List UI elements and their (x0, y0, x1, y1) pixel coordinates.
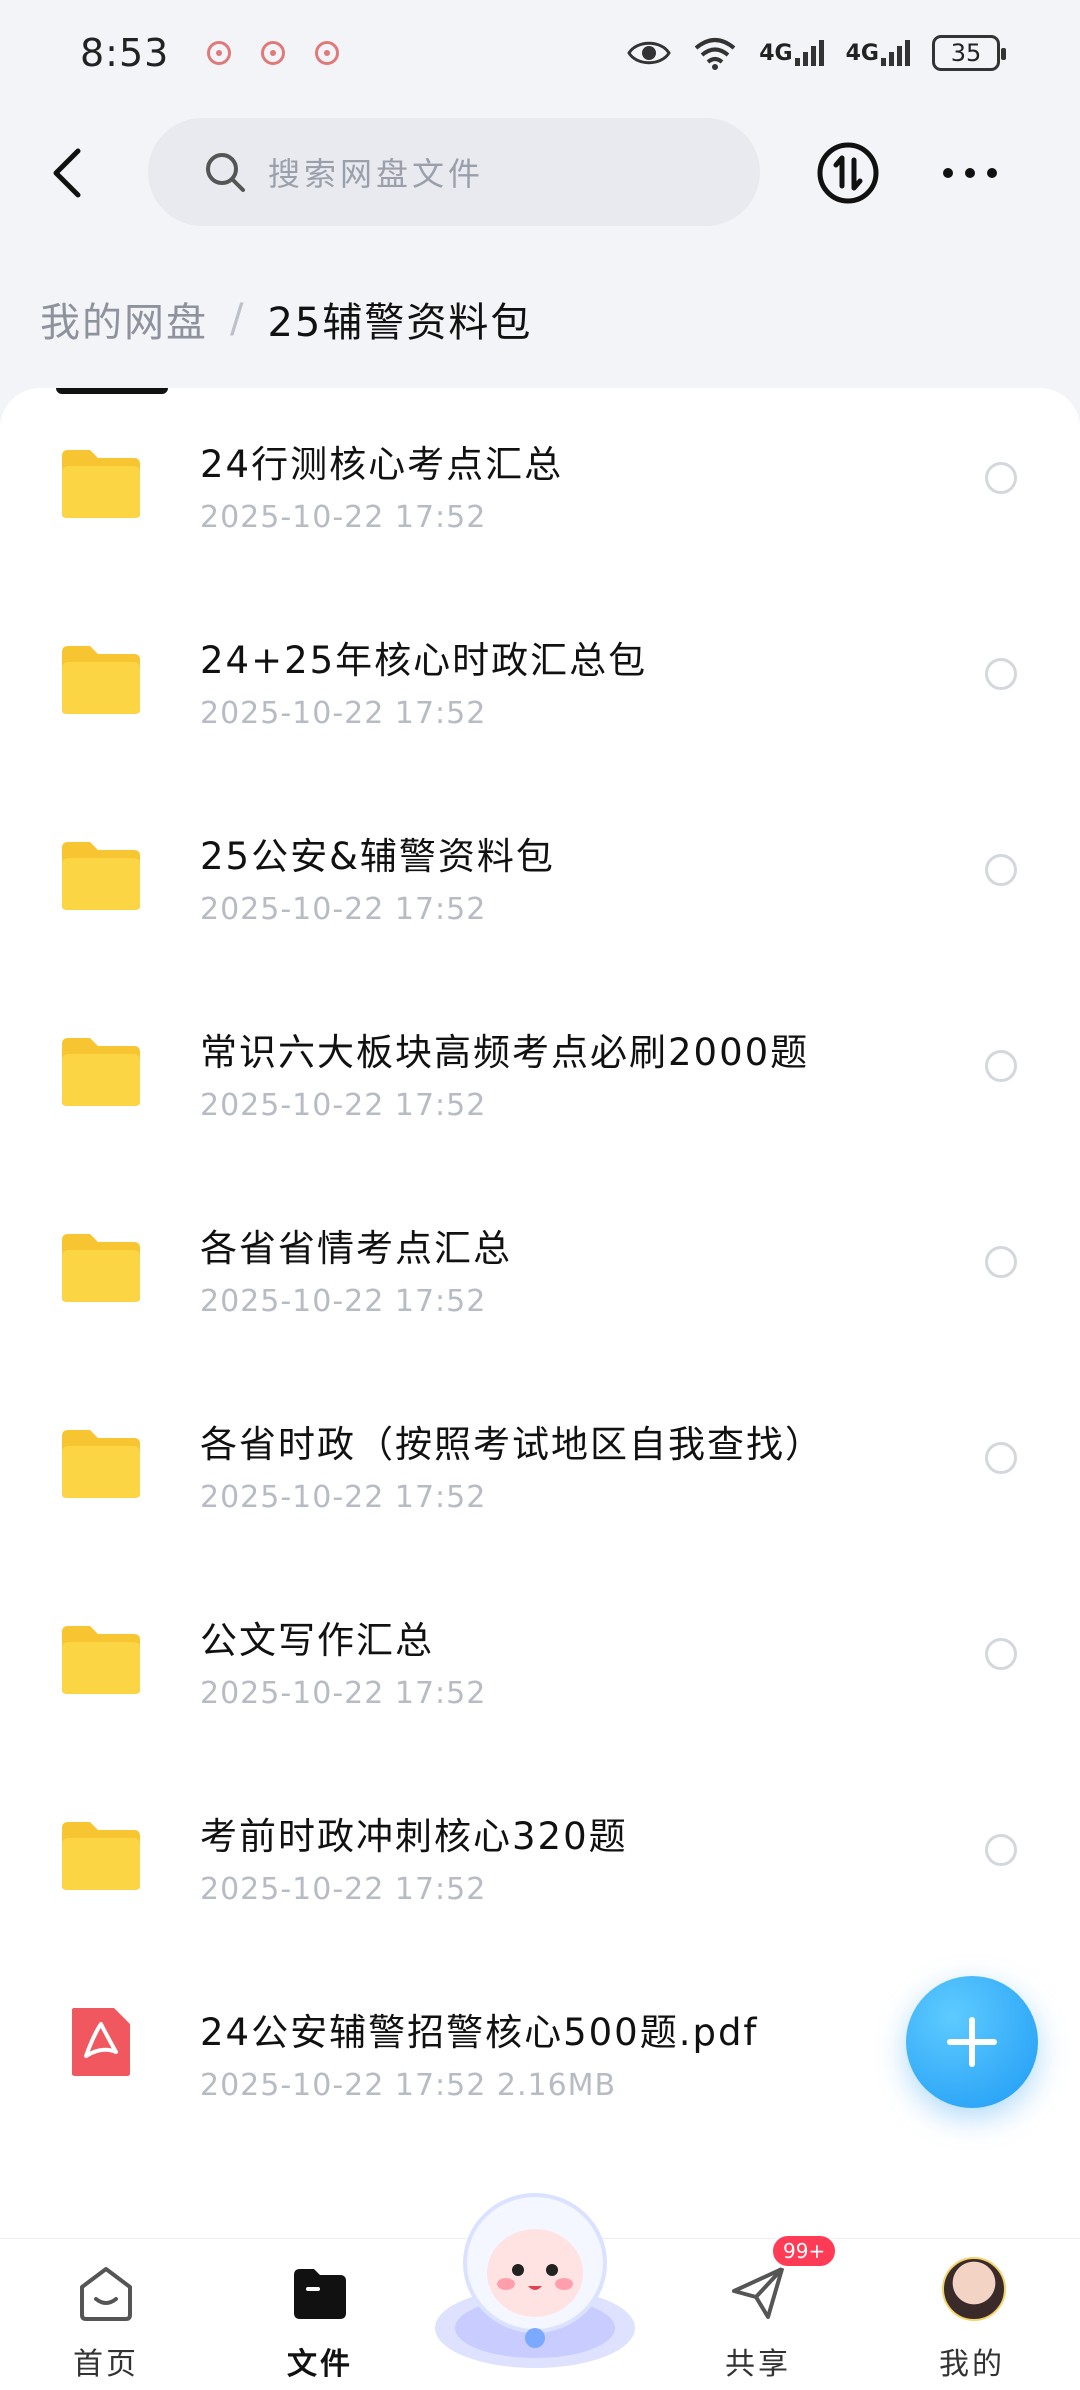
nav-label: 我的 (939, 2347, 1005, 2382)
select-checkbox[interactable] (985, 658, 1017, 690)
signal-label: 4G (759, 40, 793, 66)
nav-label: 共享 (725, 2347, 791, 2382)
select-checkbox[interactable] (985, 1638, 1017, 1670)
wifi-icon (694, 37, 736, 70)
mascot-button[interactable] (430, 2178, 640, 2368)
file-meta: 2025-10-22 17:52 (200, 500, 487, 535)
folder-icon (294, 2269, 346, 2319)
breadcrumb-current: 25辅警资料包 (267, 300, 533, 346)
file-name: 公文写作汇总 (200, 1619, 434, 1662)
status-bar: 8:53 4G 4G 35 (0, 0, 1080, 105)
nav-item-home[interactable]: 首页 (36, 2239, 176, 2390)
folder-icon (62, 450, 140, 518)
notification-icons (207, 40, 340, 65)
file-meta: 2025-10-22 17:52 (200, 1872, 487, 1907)
file-meta: 2025-10-22 17:52 (200, 892, 487, 927)
signal-indicator-2: 4G (845, 39, 910, 66)
battery-indicator: 35 (932, 34, 1006, 71)
select-checkbox[interactable] (985, 1834, 1017, 1866)
search-placeholder: 搜索网盘文件 (268, 155, 485, 193)
file-name: 各省时政（按照考试地区自我查找） (200, 1423, 824, 1466)
select-checkbox[interactable] (985, 1246, 1017, 1278)
breadcrumb-root[interactable]: 我的网盘 (40, 290, 208, 348)
select-checkbox[interactable] (985, 462, 1017, 494)
select-checkbox[interactable] (985, 1050, 1017, 1082)
notification-icon (315, 40, 340, 65)
back-icon[interactable] (40, 143, 100, 203)
file-meta: 2025-10-22 17:52 (200, 1480, 487, 1515)
list-item[interactable]: 公文写作汇总 2025-10-22 17:52 (0, 1584, 1080, 1779)
pdf-icon (72, 2008, 130, 2076)
nav-item-share[interactable]: 99+ 共享 (688, 2233, 839, 2390)
file-name: 常识六大板块高频考点必刷2000题 (200, 1031, 810, 1074)
file-meta: 2025-10-22 17:52 (200, 1676, 487, 1711)
folder-icon (62, 1234, 140, 1302)
signal-bars-icon (794, 39, 824, 66)
nav-label: 文件 (287, 2347, 353, 2382)
select-checkbox[interactable] (985, 854, 1017, 886)
folder-icon (62, 646, 140, 714)
share-badge: 99+ (770, 2233, 839, 2269)
select-checkbox[interactable] (985, 1442, 1017, 1474)
breadcrumb-separator: / (230, 296, 246, 342)
folder-icon (62, 1038, 140, 1106)
file-meta: 2025-10-22 17:52 (200, 1088, 487, 1123)
folder-icon (62, 1822, 140, 1890)
file-meta: 2025-10-22 17:52 (200, 696, 487, 731)
plus-icon (947, 2017, 997, 2067)
file-name: 24公安辅警招警核心500题.pdf (200, 2011, 759, 2054)
list-item[interactable]: 常识六大板块高频考点必刷2000题 2025-10-22 17:52 (0, 996, 1080, 1191)
search-icon (206, 153, 245, 192)
file-name: 考前时政冲刺核心320题 (200, 1815, 628, 1858)
paper-plane-icon (732, 2267, 784, 2319)
signal-bars-icon (881, 39, 910, 66)
folder-icon (62, 842, 140, 910)
list-item[interactable]: 各省时政（按照考试地区自我查找） 2025-10-22 17:52 (0, 1388, 1080, 1583)
avatar (942, 2257, 1006, 2321)
home-icon (80, 2267, 132, 2321)
nav-item-mine[interactable]: 我的 (902, 2239, 1042, 2390)
list-item[interactable]: 24行测核心考点汇总 2025-10-22 17:52 (0, 408, 1080, 603)
status-right: 4G 4G 35 (627, 34, 1006, 71)
eye-icon (627, 41, 672, 64)
folder-icon (62, 1626, 140, 1694)
list-item[interactable]: 考前时政冲刺核心320题 2025-10-22 17:52 (0, 1780, 1080, 1975)
file-meta: 2025-10-22 17:52 (200, 1284, 487, 1319)
list-item[interactable]: 各省省情考点汇总 2025-10-22 17:52 (0, 1192, 1080, 1387)
more-icon[interactable] (940, 158, 1000, 188)
nav-label: 首页 (73, 2347, 139, 2382)
notification-icon (261, 40, 286, 65)
file-list: 24行测核心考点汇总 2025-10-22 17:52 24+25年核心时政汇总… (0, 388, 1080, 2238)
signal-label: 4G (845, 40, 879, 66)
file-name: 24+25年核心时政汇总包 (200, 639, 648, 682)
breadcrumb: 我的网盘 / 25辅警资料包 (40, 290, 532, 348)
file-meta: 2025-10-22 17:52 2.16MB (200, 2068, 617, 2103)
signal-indicator-1: 4G (759, 39, 824, 66)
nav-item-files[interactable]: 文件 (250, 2239, 390, 2390)
status-time: 8:53 (80, 30, 170, 75)
transfer-icon[interactable] (815, 140, 881, 206)
notification-icon (207, 40, 232, 65)
scroll-indicator (56, 388, 168, 394)
file-name: 各省省情考点汇总 (200, 1227, 512, 1270)
header: 搜索网盘文件 (0, 118, 1080, 228)
file-name: 24行测核心考点汇总 (200, 443, 564, 486)
folder-icon (62, 1430, 140, 1498)
add-button[interactable] (906, 1976, 1038, 2108)
search-input[interactable]: 搜索网盘文件 (148, 118, 760, 226)
list-item[interactable]: 25公安&辅警资料包 2025-10-22 17:52 (0, 800, 1080, 995)
file-name: 25公安&辅警资料包 (200, 835, 555, 878)
list-item[interactable]: 24+25年核心时政汇总包 2025-10-22 17:52 (0, 604, 1080, 799)
